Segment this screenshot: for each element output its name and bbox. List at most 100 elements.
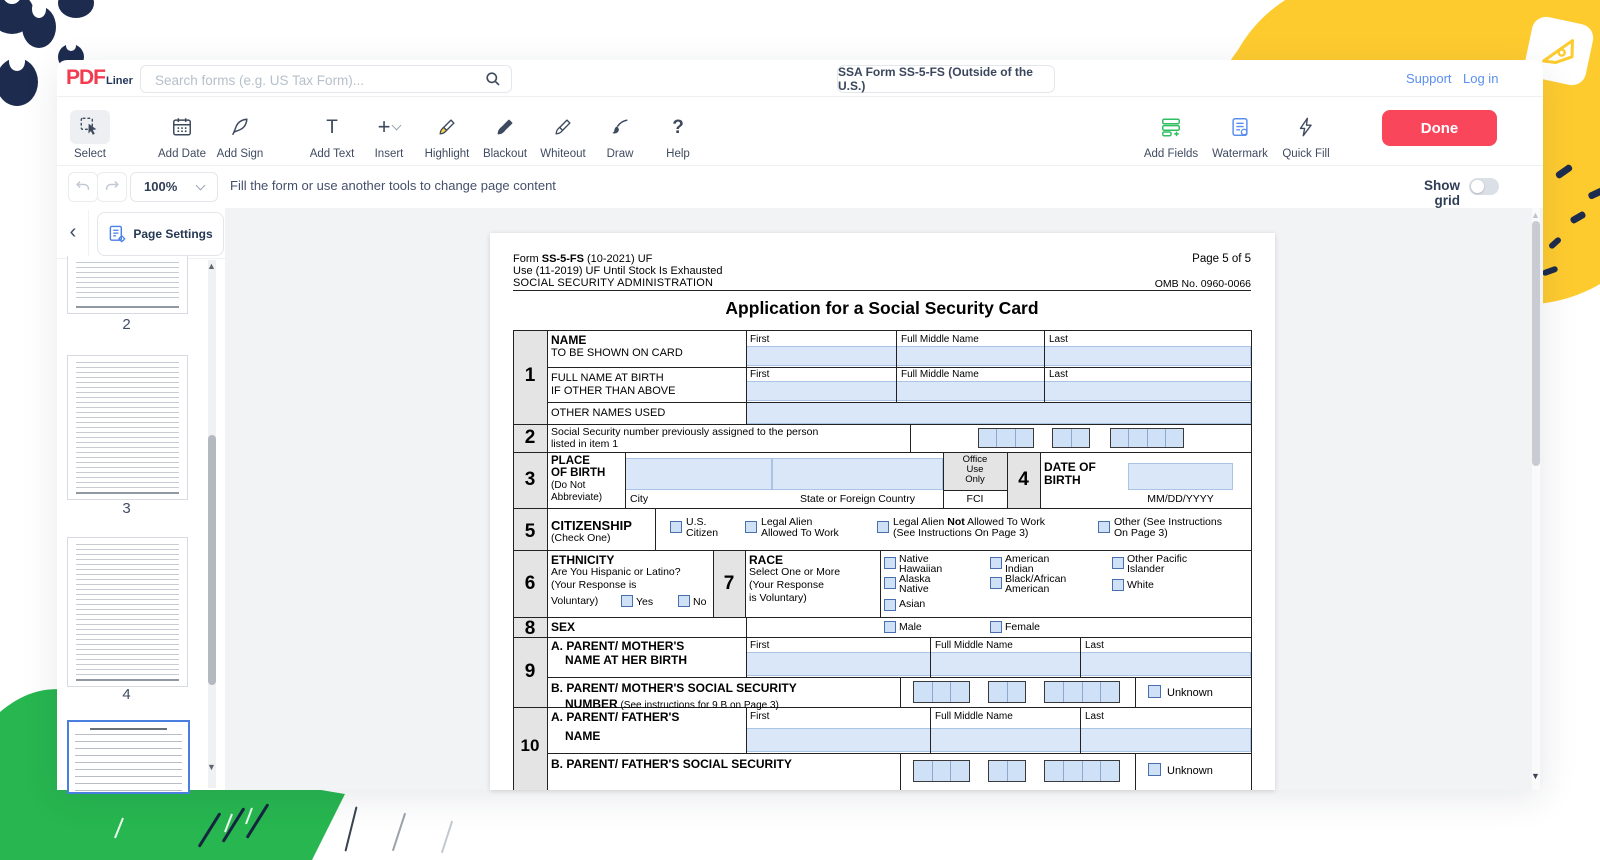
field-father-name[interactable] xyxy=(746,728,1251,752)
page-number-label: 4 xyxy=(67,686,186,703)
field-birth-city[interactable] xyxy=(625,458,772,490)
table-line xyxy=(625,452,626,508)
table-line xyxy=(896,330,897,402)
office-fci-divider xyxy=(943,490,1007,491)
row-number: 10 xyxy=(513,736,547,756)
checkbox-native-hawaiian[interactable] xyxy=(884,557,896,569)
page-number-label: 3 xyxy=(67,500,186,517)
show-grid-toggle[interactable] xyxy=(1469,178,1499,195)
ssn-box-group[interactable] xyxy=(1044,681,1120,703)
quick-fill-tool-button[interactable]: Quick Fill xyxy=(1272,110,1340,160)
add-fields-tool-button[interactable]: Add Fields xyxy=(1137,110,1205,160)
ssn-box-group[interactable] xyxy=(988,681,1026,703)
pdfliner-logo[interactable]: PDF Liner xyxy=(66,66,133,90)
page-number-label: 2 xyxy=(67,316,186,333)
page-thumbnail-2[interactable] xyxy=(67,256,188,314)
form-label: MM/DD/YYYY xyxy=(1128,494,1233,506)
table-line xyxy=(513,550,1251,551)
ssn-box-group[interactable] xyxy=(1110,428,1184,448)
page-thumbnail-4[interactable] xyxy=(67,537,188,687)
checkbox-legal-alien-not-allowed[interactable] xyxy=(877,521,889,533)
checkbox-us-citizen[interactable] xyxy=(670,521,682,533)
ssn-box-group[interactable] xyxy=(978,428,1034,448)
checkbox-alaska-native[interactable] xyxy=(884,577,896,589)
checkbox-asian[interactable] xyxy=(884,599,896,611)
navy-blob-decoration xyxy=(58,0,94,18)
redo-button[interactable] xyxy=(97,172,127,202)
done-button[interactable]: Done xyxy=(1382,110,1497,146)
checkbox-legal-alien-allowed[interactable] xyxy=(745,521,757,533)
checkbox-hispanic-yes[interactable] xyxy=(621,595,633,607)
screenshot-stage: PDF Liner SSA Form SS-5-FS (Outside of t… xyxy=(0,0,1600,860)
app-header: PDF Liner SSA Form SS-5-FS (Outside of t… xyxy=(57,60,1543,97)
page-settings-button[interactable]: Page Settings xyxy=(97,212,224,256)
tool-label: Add Sign xyxy=(206,148,274,160)
form-label: Full Middle Name xyxy=(901,334,979,345)
ssn-box-group[interactable] xyxy=(913,681,970,703)
table-line xyxy=(513,637,1251,638)
gray-stroke-decoration xyxy=(344,806,357,851)
form-label: Allowed To Work xyxy=(761,528,839,540)
chevron-down-icon xyxy=(196,181,206,191)
checkbox-female[interactable] xyxy=(990,621,1002,633)
collapse-sidebar-chevron[interactable]: ‹ xyxy=(63,220,83,244)
checkbox-white[interactable] xyxy=(1112,579,1124,591)
checkbox-other-pacific-islander[interactable] xyxy=(1112,557,1124,569)
field-birth-state[interactable] xyxy=(772,458,943,490)
help-tool-button[interactable]: ? Help xyxy=(644,110,712,160)
field-name-on-card[interactable] xyxy=(746,346,1251,366)
checkbox-hispanic-no[interactable] xyxy=(678,595,690,607)
table-line xyxy=(1135,677,1136,707)
add-sign-tool-button[interactable]: Add Sign xyxy=(206,110,274,160)
search-input[interactable] xyxy=(153,66,477,94)
field-mother-name[interactable] xyxy=(746,652,1251,676)
form-label: Voluntary) xyxy=(551,596,598,608)
ssn-box-group[interactable] xyxy=(1044,760,1120,782)
support-link[interactable]: Support xyxy=(1406,71,1452,86)
redo-icon xyxy=(102,177,122,197)
form-label: State or Foreign Country xyxy=(772,494,943,506)
thumbnail-rule xyxy=(76,679,179,681)
zoom-level-dropdown[interactable]: 100% xyxy=(130,172,218,202)
form-label: (See Instructions On Page 3) xyxy=(893,528,1028,540)
form-label: IF OTHER THAN ABOVE xyxy=(551,385,676,397)
checkbox-male[interactable] xyxy=(884,621,896,633)
ssn-box-group[interactable] xyxy=(913,760,970,782)
checkbox-citizenship-other[interactable] xyxy=(1098,521,1110,533)
highlight-brush-icon xyxy=(436,116,458,138)
select-tool-button[interactable]: Select xyxy=(56,110,124,160)
scroll-down-arrow[interactable]: ▼ xyxy=(207,763,216,772)
ssn-box-group[interactable] xyxy=(988,760,1026,782)
scroll-up-arrow[interactable]: ▲ xyxy=(1531,211,1540,220)
form-label: A. PARENT/ FATHER'S xyxy=(551,711,679,724)
row-number: 8 xyxy=(513,618,547,640)
form-label: Full Middle Name xyxy=(935,711,1013,722)
field-date-of-birth[interactable] xyxy=(1128,463,1233,490)
scroll-down-arrow[interactable]: ▼ xyxy=(1531,772,1540,781)
login-link[interactable]: Log in xyxy=(1463,71,1498,86)
page-settings-label: Page Settings xyxy=(133,227,212,241)
checkbox-father-ssn-unknown[interactable] xyxy=(1148,763,1161,776)
ssn-box-group[interactable] xyxy=(1052,428,1090,448)
city-state-divider xyxy=(772,458,773,490)
form-label: B. PARENT/ FATHER'S SOCIAL SECURITY xyxy=(551,758,792,771)
form-label: On Page 3) xyxy=(1114,528,1168,540)
blackout-brush-icon xyxy=(494,116,516,138)
page-thumbnail-3[interactable] xyxy=(67,355,188,500)
scroll-up-arrow[interactable]: ▲ xyxy=(207,262,216,271)
canvas-scrollbar-thumb[interactable] xyxy=(1532,221,1540,466)
watermark-tool-button[interactable]: Watermark xyxy=(1206,110,1274,160)
checkbox-black-african-american[interactable] xyxy=(990,577,1002,589)
field-other-names[interactable] xyxy=(746,402,1251,424)
undo-button[interactable] xyxy=(68,172,98,202)
sidebar-scrollbar-thumb[interactable] xyxy=(208,435,216,685)
field-name-at-birth[interactable] xyxy=(746,381,1251,401)
checkbox-american-indian[interactable] xyxy=(990,557,1002,569)
sidebar-header: ‹ Page Settings xyxy=(57,208,225,259)
page-thumbnail-5-selected[interactable] xyxy=(67,720,190,794)
row-number: 6 xyxy=(513,573,547,595)
form-meta-line2: Use (11-2019) UF Until Stock Is Exhauste… xyxy=(513,265,723,277)
logo-liner-text: Liner xyxy=(106,75,133,87)
checkbox-mother-ssn-unknown[interactable] xyxy=(1148,685,1161,698)
search-icon[interactable] xyxy=(485,71,501,87)
